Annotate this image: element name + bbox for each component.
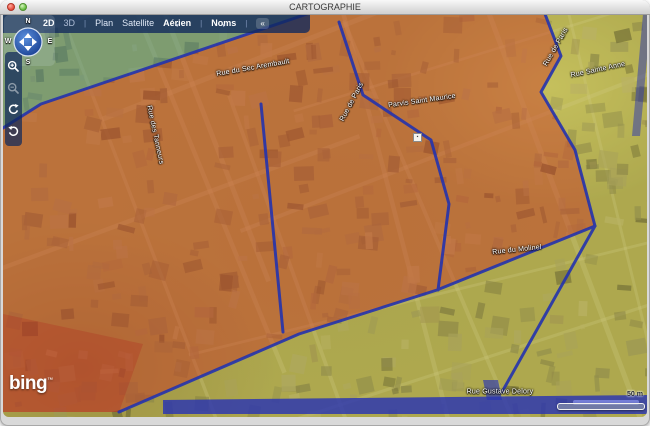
plan-button[interactable]: Plan [95,15,113,32]
collapse-toolbar-button[interactable]: « [256,18,269,29]
compass-east-label: E [47,38,53,45]
trademark-mark: ™ [47,377,53,384]
scale-bar [557,403,645,410]
street-label: Rue Gustave Delory [466,388,534,396]
bing-logo: bing™ [9,373,53,395]
app-window: CARTOGRAPHIE Rue du Sec Arembault Rue de… [0,0,650,426]
compass-north-label: N [25,18,31,25]
bing-logo-text: bing [9,373,48,394]
street-label: Parvis Saint Maurice [387,92,457,110]
street-label: Rue de Paris [542,26,570,68]
street-label: Rue du Molinel [492,243,542,257]
street-label: Rue de Paris [338,81,366,123]
poi-marker[interactable]: ▪ [413,133,422,142]
chevron-down-icon: ▾ [222,23,226,29]
scale-label: 50 m [627,391,643,398]
rotate-clockwise-icon[interactable] [7,103,20,116]
compass-west-label: W [4,38,12,45]
street-label: Rue du Sec Arembault [215,58,291,78]
street-labels: Rue du Sec Arembault Rue de Paris Parvis S… [3,14,647,417]
toolbar-separator: | [84,19,87,28]
toolbar-separator: | [200,19,203,28]
chevron-down-icon: ▾ [175,23,179,29]
aerien-button[interactable]: Aérien ▾ [163,15,191,32]
mode-3d-button[interactable]: 3D [64,15,76,32]
noms-button[interactable]: Noms ▾ [211,15,236,32]
compass-south-label: S [25,59,31,66]
zoom-out-icon[interactable] [7,82,20,95]
street-label: Rue Sainte Anne [570,60,626,80]
title-bar[interactable]: CARTOGRAPHIE [0,0,650,15]
rotate-counterclockwise-icon[interactable] [7,125,20,138]
satellite-button[interactable]: Satellite [122,15,154,32]
compass[interactable]: N W S E [3,14,57,70]
map-viewport[interactable]: Rue du Sec Arembault Rue de Paris Parvis S… [3,14,647,417]
toolbar-separator: | [245,19,248,28]
window-title: CARTOGRAPHIE [289,2,361,12]
compass-dial [13,27,43,57]
street-label: Rue des Tanneurs [145,104,165,166]
